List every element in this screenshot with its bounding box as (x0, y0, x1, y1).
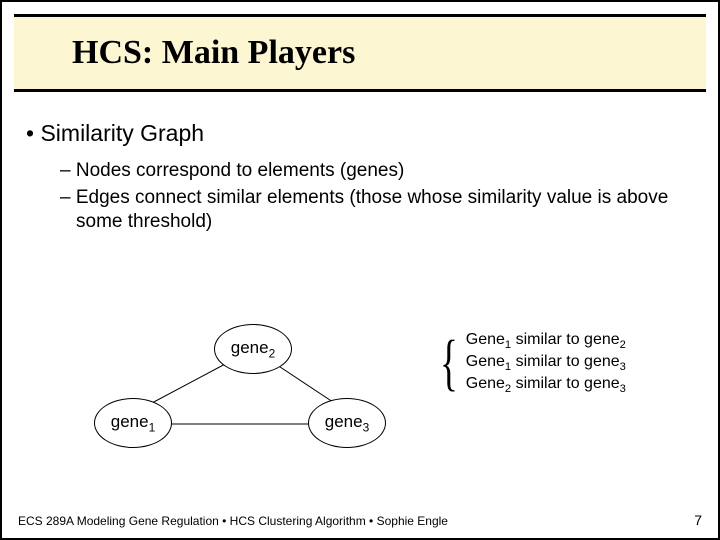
annotation-1: Gene1 similar to gene2 (466, 330, 626, 352)
annotation-lines: Gene1 similar to gene2 Gene1 similar to … (466, 330, 626, 397)
sublist: Nodes correspond to elements (genes) Edg… (60, 159, 694, 235)
node-gene3: gene3 (308, 398, 386, 448)
topic-text: Similarity Graph (40, 120, 204, 146)
similarity-graph-diagram: gene2 gene1 gene3 { Gene1 similar to gen… (2, 282, 720, 482)
annotation-group: { Gene1 similar to gene2 Gene1 similar t… (434, 330, 626, 397)
page-title: HCS: Main Players (72, 34, 355, 72)
sub-point-1: Nodes correspond to elements (genes) (60, 159, 694, 184)
page-number: 7 (694, 512, 702, 528)
annotation-3: Gene2 similar to gene3 (466, 374, 626, 396)
brace-icon: { (440, 332, 458, 394)
content-area: Similarity Graph Nodes correspond to ele… (26, 120, 694, 237)
sub-point-2: Edges connect similar elements (those wh… (60, 186, 694, 235)
annotation-2: Gene1 similar to gene3 (466, 352, 626, 374)
footer: ECS 289A Modeling Gene Regulation • HCS … (18, 512, 702, 528)
node-gene2: gene2 (214, 324, 292, 374)
node-gene2-label: gene2 (231, 338, 275, 360)
footer-text: ECS 289A Modeling Gene Regulation • HCS … (18, 514, 448, 528)
title-band: HCS: Main Players (14, 14, 706, 92)
bullet-topic: Similarity Graph (26, 120, 694, 147)
node-gene3-label: gene3 (325, 412, 369, 434)
node-gene1: gene1 (94, 398, 172, 448)
node-gene1-label: gene1 (111, 412, 155, 434)
